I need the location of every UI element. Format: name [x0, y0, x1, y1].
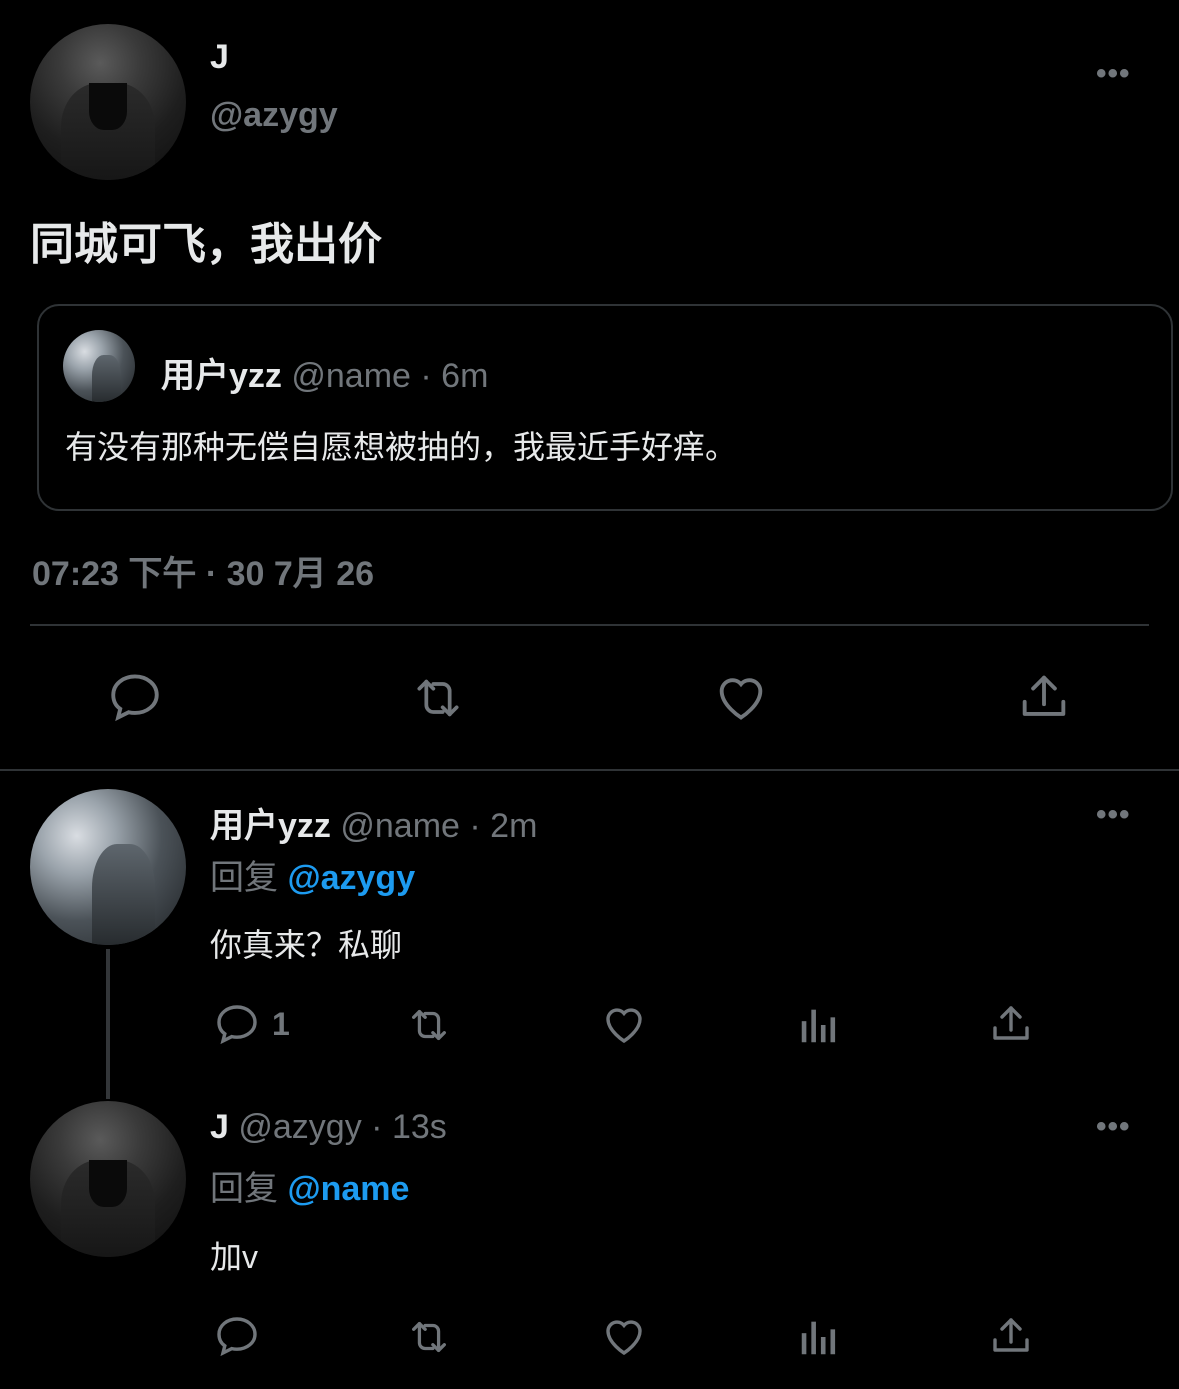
- share-icon[interactable]: [1014, 668, 1074, 726]
- avatar[interactable]: [30, 789, 186, 945]
- quoted-text: 有没有那种无偿自愿想被抽的，我最近手好痒。: [65, 429, 738, 465]
- mention-link[interactable]: @name: [287, 1170, 409, 1208]
- tweet-text: 同城可飞，我出价: [30, 220, 382, 269]
- like-icon[interactable]: [598, 1312, 650, 1360]
- replying-to: 回复 @name: [210, 1161, 409, 1210]
- reply-header: J @azygy · 13s: [210, 1108, 447, 1147]
- like-icon[interactable]: [598, 1000, 650, 1048]
- retweet-icon[interactable]: [404, 670, 472, 726]
- more-options-icon[interactable]: •••: [1096, 57, 1131, 91]
- thread-line: [106, 949, 110, 1099]
- quoted-header: 用户yzz @name · 6m: [161, 348, 488, 397]
- avatar-figure: [91, 355, 121, 402]
- reply-time[interactable]: · 2m: [469, 807, 537, 845]
- share-icon[interactable]: [986, 1000, 1036, 1048]
- reply-text: 你真来？私聊: [210, 927, 403, 963]
- avatar: [63, 330, 135, 402]
- reply-time[interactable]: · 13s: [371, 1108, 447, 1146]
- more-options-icon[interactable]: •••: [1096, 798, 1131, 832]
- quoted-handle: @name: [291, 357, 411, 395]
- more-options-icon[interactable]: •••: [1096, 1110, 1131, 1144]
- handle[interactable]: @azygy: [210, 96, 338, 135]
- avatar[interactable]: [30, 1101, 186, 1257]
- retweet-icon[interactable]: [400, 1314, 458, 1360]
- reply-header: 用户yzz @name · 2m: [210, 798, 537, 847]
- analytics-icon[interactable]: [796, 1314, 842, 1360]
- replying-to: 回复 @azygy: [210, 850, 415, 899]
- replying-to-label: 回复: [210, 1170, 278, 1208]
- display-name[interactable]: J: [210, 1108, 229, 1146]
- divider: [0, 769, 1179, 771]
- reply-icon[interactable]: [104, 668, 166, 726]
- quoted-tweet-card[interactable]: 用户yzz @name · 6m 有没有那种无偿自愿想被抽的，我最近手好痒。: [37, 304, 1173, 511]
- divider: [30, 624, 1149, 626]
- reply-text: 加v: [210, 1239, 259, 1275]
- reply-count: 1: [272, 1006, 290, 1042]
- retweet-icon[interactable]: [400, 1002, 458, 1048]
- avatar-figure: [92, 843, 155, 945]
- reply-icon[interactable]: [212, 1000, 262, 1048]
- quoted-time: · 6m: [420, 357, 489, 395]
- avatar-collar: [89, 1160, 127, 1208]
- quoted-display-name: 用户yzz: [161, 357, 282, 395]
- display-name[interactable]: 用户yzz: [210, 807, 331, 845]
- handle[interactable]: @name: [340, 807, 460, 845]
- share-icon[interactable]: [986, 1312, 1036, 1360]
- analytics-icon[interactable]: [796, 1002, 842, 1048]
- avatar[interactable]: [30, 24, 186, 180]
- like-icon[interactable]: [710, 668, 772, 726]
- display-name[interactable]: J: [210, 38, 229, 77]
- replying-to-label: 回复: [210, 859, 278, 897]
- avatar-collar: [89, 83, 127, 131]
- mention-link[interactable]: @azygy: [287, 859, 415, 897]
- tweet-timestamp[interactable]: 07:23 下午 · 30 7月 26: [32, 546, 374, 595]
- reply-icon[interactable]: [212, 1312, 262, 1360]
- handle[interactable]: @azygy: [238, 1108, 361, 1146]
